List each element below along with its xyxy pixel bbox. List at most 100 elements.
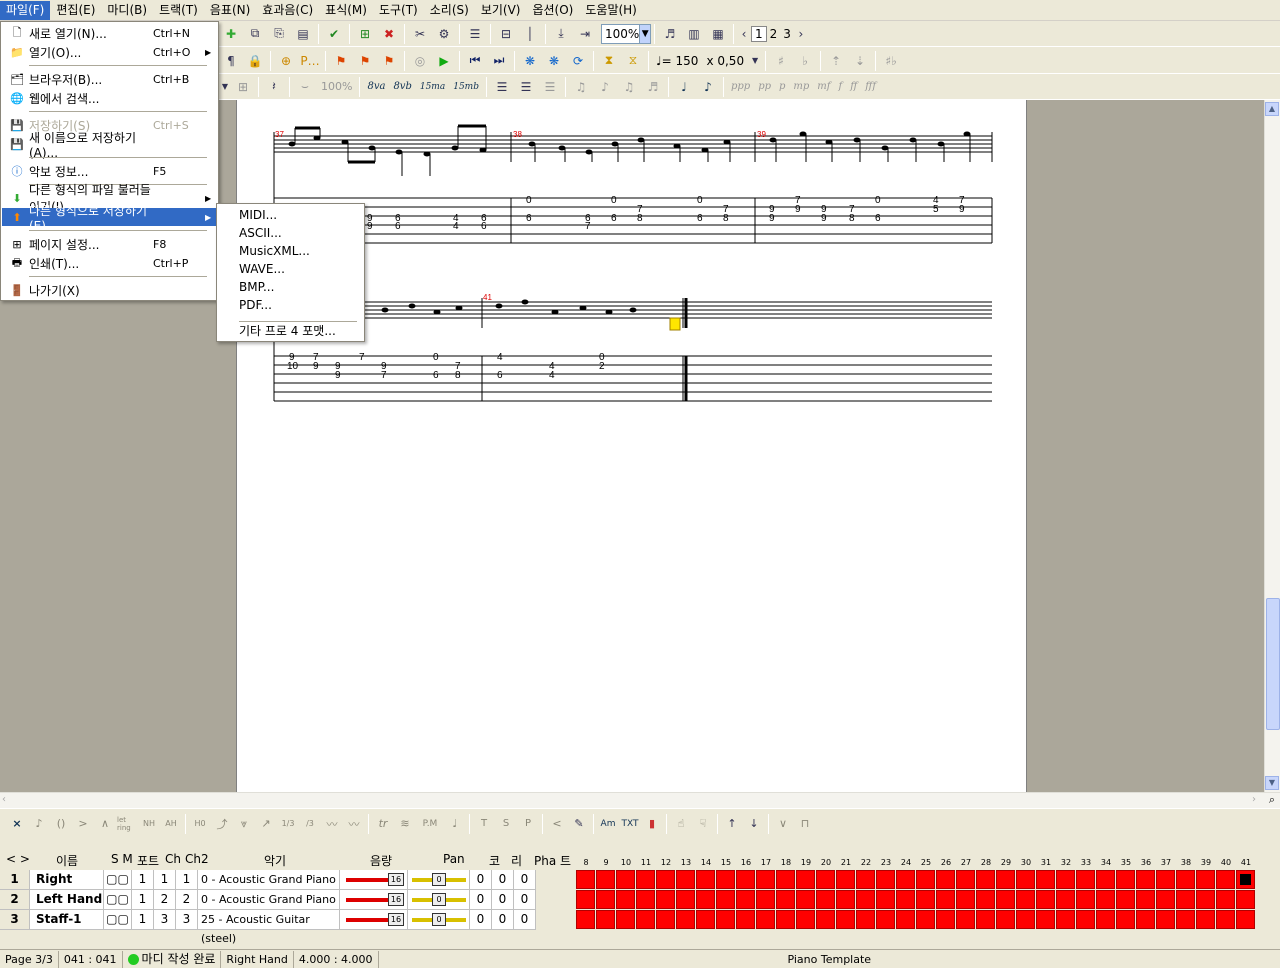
menu-item-open[interactable]: 📁 열기(O)... Ctrl+O ▶ (2, 43, 217, 61)
track-name[interactable]: Staff-1 (30, 910, 104, 930)
track-port[interactable]: 1 (132, 910, 154, 930)
marker-list-icon[interactable]: P… (299, 51, 321, 71)
zoom-select[interactable]: 100% ▼ (601, 23, 651, 44)
grid-cell[interactable] (976, 870, 995, 889)
grid-cell[interactable] (576, 910, 595, 929)
dynamic-mf[interactable]: mf (813, 81, 834, 92)
grid-cell[interactable] (1016, 910, 1035, 929)
grid-cell[interactable] (716, 870, 735, 889)
hammer-on-icon[interactable]: H0 (190, 814, 210, 834)
grid-cell[interactable] (916, 910, 935, 929)
both-view-icon[interactable]: ☰ (539, 77, 561, 97)
tempo-value[interactable]: ♩= 150 (652, 54, 702, 68)
page-1[interactable]: 1 (751, 25, 767, 42)
export-pdf[interactable]: PDF... (239, 296, 272, 314)
pan-slider[interactable]: 0 (408, 870, 470, 890)
scroll-up-icon[interactable]: ▲ (1265, 102, 1279, 116)
grid-cell[interactable] (936, 890, 955, 909)
grid-cell[interactable] (1136, 870, 1155, 889)
grid-cell[interactable] (756, 890, 775, 909)
track-instrument[interactable]: 0 - Acoustic Grand Piano (198, 870, 340, 890)
page-2[interactable]: 2 (767, 27, 781, 41)
grid-cell[interactable] (956, 870, 975, 889)
grid-cell[interactable] (676, 890, 695, 909)
stem-auto-icon[interactable]: ♩ (673, 77, 695, 97)
heavy-accent-icon[interactable]: ∧ (95, 814, 115, 834)
grid-cell[interactable] (1096, 890, 1115, 909)
artificial-harmonic-icon[interactable]: AH (161, 814, 181, 834)
piano-icon[interactable]: ▦ (707, 24, 729, 44)
grid-cell[interactable] (1176, 910, 1195, 929)
reverb-value[interactable]: 0 (492, 870, 514, 890)
vertical-line-icon[interactable]: │ (519, 24, 541, 44)
transpose-down-icon[interactable]: ⇣ (849, 51, 871, 71)
grid-cell[interactable] (676, 910, 695, 929)
export-bmp[interactable]: BMP... (239, 278, 274, 296)
export-midi[interactable]: MIDI... (239, 206, 277, 224)
grid-cell[interactable] (756, 870, 775, 889)
track-instrument[interactable]: 0 - Acoustic Grand Piano (198, 890, 340, 910)
flag-2-icon[interactable]: ⚑ (354, 51, 376, 71)
stroke-down-icon[interactable]: ↓ (744, 814, 764, 834)
grid-cell[interactable] (616, 870, 635, 889)
track-row[interactable]: 3 Staff-1 ▢▢ 1 3 3 25 - Acoustic Guitar … (0, 910, 566, 945)
stroke-up-icon[interactable]: ↑ (722, 814, 742, 834)
grid-cell[interactable] (1016, 870, 1035, 889)
grid-cell[interactable] (616, 890, 635, 909)
page-3[interactable]: 3 (780, 27, 794, 41)
grid-cell[interactable] (1156, 910, 1175, 929)
chorus-value[interactable]: 0 (470, 890, 492, 910)
skip-start-icon[interactable]: ⏮ (464, 51, 486, 71)
copy-bar-icon[interactable]: ⧉ (244, 24, 266, 44)
pan-slider[interactable]: 0 (408, 910, 470, 930)
grid-cell[interactable] (656, 870, 675, 889)
tap-icon[interactable]: T (474, 814, 494, 834)
grid-cell[interactable] (1236, 890, 1255, 909)
grid-cell[interactable] (936, 870, 955, 889)
add-track-icon[interactable]: ⊞ (354, 24, 376, 44)
grid-cell[interactable] (816, 910, 835, 929)
tremolo-bar-icon[interactable]: ⩔ (234, 814, 254, 834)
grid-cell[interactable] (1196, 870, 1215, 889)
clipboard-icon[interactable]: ▤ (292, 24, 314, 44)
menu-item-print[interactable]: 🖶 인쇄(T)... Ctrl+P (2, 254, 217, 272)
menu-note[interactable]: 음표(N) (204, 1, 256, 20)
score-vertical-scrollbar[interactable]: ▲ ▼ (1264, 100, 1280, 792)
fretboard-icon[interactable]: ▥ (683, 24, 705, 44)
scroll-down-icon[interactable]: ▼ (1265, 776, 1279, 790)
grid-cell[interactable] (1156, 870, 1175, 889)
ottava-15ma[interactable]: 15ma (416, 82, 449, 92)
grid-cell[interactable] (816, 890, 835, 909)
grid-cell[interactable] (1116, 890, 1135, 909)
speed-dropdown-icon[interactable]: ▼ (749, 51, 761, 71)
grid-cell[interactable] (696, 890, 715, 909)
grid-cell[interactable] (736, 870, 755, 889)
menu-item-exit[interactable]: 🚪 나가기(X) (2, 281, 217, 299)
upstroke-icon[interactable]: ⊓ (795, 814, 815, 834)
insert-bar-icon[interactable]: ✚ (220, 24, 242, 44)
menu-options[interactable]: 옵션(O) (526, 1, 579, 20)
wide-vibrato-icon[interactable]: 〰 (344, 814, 364, 834)
grid-cell[interactable] (1096, 870, 1115, 889)
grid-cell[interactable] (776, 890, 795, 909)
export-wave[interactable]: WAVE... (239, 260, 285, 278)
grid-cell[interactable] (1176, 870, 1195, 889)
track-nav[interactable]: < > (6, 852, 30, 870)
sharp-up-icon[interactable]: ♯ (770, 51, 792, 71)
down-arrow-icon[interactable]: ⤓ (550, 24, 572, 44)
grid-cell[interactable] (716, 890, 735, 909)
ghost-note-icon[interactable]: ♪ (29, 814, 49, 834)
grid-cell[interactable] (1216, 910, 1235, 929)
stem-icon[interactable]: ♪ (697, 77, 719, 97)
phaser-value[interactable]: 0 (514, 910, 536, 930)
speed-value[interactable]: x 0,50 (702, 54, 748, 68)
grid-cell[interactable] (596, 890, 615, 909)
dynamic-ff[interactable]: ff (846, 81, 861, 92)
grid-cell[interactable] (976, 910, 995, 929)
chord-diagram-icon[interactable]: Am (598, 814, 618, 834)
beam-2-icon[interactable]: ♫ (618, 77, 640, 97)
menu-item-new[interactable]: 🗋 새로 열기(N)... Ctrl+N (2, 24, 217, 42)
flag-icon[interactable]: ⚑ (330, 51, 352, 71)
slur-icon[interactable]: ⌣ (294, 77, 316, 97)
grid-cell[interactable] (956, 910, 975, 929)
